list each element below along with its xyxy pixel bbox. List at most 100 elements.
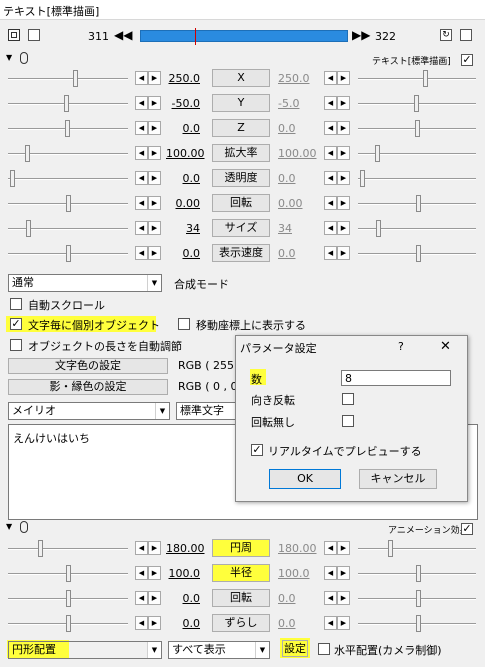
increment-icon[interactable]: ▶: [337, 541, 350, 555]
slider-thumb[interactable]: [66, 195, 71, 212]
slider-thumb[interactable]: [376, 220, 381, 237]
end-value[interactable]: 100.0: [278, 567, 312, 580]
track-name-button[interactable]: 表示速度: [212, 244, 270, 262]
start-slider[interactable]: [8, 245, 128, 263]
slider-thumb[interactable]: [10, 170, 15, 187]
help-icon[interactable]: ?: [398, 340, 404, 353]
decrement-icon[interactable]: ◀: [135, 616, 148, 630]
section-enable-checkbox[interactable]: ✓: [461, 54, 473, 66]
mouse-icon[interactable]: [20, 52, 28, 64]
decrement-icon[interactable]: ◀: [324, 171, 337, 185]
increment-icon[interactable]: ▶: [337, 121, 350, 135]
start-slider[interactable]: [8, 565, 128, 583]
shadow-color-button[interactable]: 影・縁色の設定: [8, 379, 168, 395]
slider-thumb[interactable]: [25, 145, 30, 162]
slider-thumb[interactable]: [360, 170, 365, 187]
start-value[interactable]: 0.00: [166, 197, 201, 210]
ok-button[interactable]: OK: [269, 469, 341, 489]
decrement-icon[interactable]: ◀: [324, 196, 337, 210]
decrement-icon[interactable]: ◀: [135, 566, 148, 580]
decrement-icon[interactable]: ◀: [324, 146, 337, 160]
start-value[interactable]: -50.0: [166, 97, 200, 110]
end-value[interactable]: 0.0: [278, 592, 312, 605]
increment-icon[interactable]: ▶: [148, 146, 161, 160]
start-value[interactable]: 34: [166, 222, 200, 235]
blend-mode-select[interactable]: 通常 ▼: [8, 274, 162, 292]
slider-thumb[interactable]: [423, 70, 428, 87]
increment-icon[interactable]: ▶: [148, 246, 161, 260]
start-value[interactable]: 250.0: [166, 72, 201, 85]
start-slider[interactable]: [8, 95, 128, 113]
refresh-icon[interactable]: ↻: [440, 29, 452, 41]
track-name-button[interactable]: 回転: [212, 589, 270, 607]
increment-icon[interactable]: ▶: [337, 71, 350, 85]
end-slider[interactable]: [358, 540, 476, 558]
end-value[interactable]: 0.00: [278, 197, 312, 210]
grid-icon[interactable]: [8, 29, 20, 41]
decrement-icon[interactable]: ◀: [135, 71, 148, 85]
end-value[interactable]: 0.0: [278, 122, 312, 135]
end-slider[interactable]: [358, 120, 476, 138]
slider-thumb[interactable]: [66, 615, 71, 632]
slider-thumb[interactable]: [65, 120, 70, 137]
slider-thumb[interactable]: [66, 565, 71, 582]
next-keyframe-icon[interactable]: ▶▶: [352, 28, 370, 42]
font-select[interactable]: メイリオ ▼: [8, 402, 170, 420]
preview-checkbox[interactable]: ✓: [251, 444, 263, 456]
end-value[interactable]: 0.0: [278, 617, 312, 630]
display-select[interactable]: すべて表示 ▼: [168, 641, 270, 659]
start-value[interactable]: 100.0: [166, 567, 201, 580]
decrement-icon[interactable]: ◀: [135, 96, 148, 110]
start-value[interactable]: 100.00: [166, 147, 205, 160]
mouse-icon[interactable]: [20, 521, 28, 533]
increment-icon[interactable]: ▶: [337, 171, 350, 185]
slider-thumb[interactable]: [416, 195, 421, 212]
auto-length-checkbox[interactable]: [10, 339, 22, 351]
start-value[interactable]: 0.0: [166, 617, 201, 630]
slider-thumb[interactable]: [416, 615, 421, 632]
slider-thumb[interactable]: [416, 245, 421, 262]
end-value[interactable]: 250.0: [278, 72, 312, 85]
collapse-icon[interactable]: ▼: [6, 522, 12, 531]
decrement-icon[interactable]: ◀: [324, 566, 337, 580]
start-value[interactable]: 0.0: [166, 172, 201, 185]
track-name-button[interactable]: サイズ: [212, 219, 270, 237]
end-value[interactable]: 34: [278, 222, 312, 235]
decrement-icon[interactable]: ◀: [135, 146, 148, 160]
cancel-button[interactable]: キャンセル: [359, 469, 437, 489]
decrement-icon[interactable]: ◀: [135, 591, 148, 605]
start-slider[interactable]: [8, 170, 128, 188]
decrement-icon[interactable]: ◀: [324, 541, 337, 555]
slider-thumb[interactable]: [414, 95, 419, 112]
increment-icon[interactable]: ▶: [337, 616, 350, 630]
track-name-button[interactable]: X: [212, 69, 270, 87]
slider-thumb[interactable]: [388, 540, 393, 557]
font-style-select[interactable]: 標準文字: [176, 402, 238, 420]
end-value[interactable]: 180.00: [278, 542, 317, 555]
slider-thumb[interactable]: [416, 590, 421, 607]
end-slider[interactable]: [358, 70, 476, 88]
show-on-coords-checkbox[interactable]: [178, 318, 190, 330]
timeline-cursor[interactable]: [195, 28, 196, 45]
collapse-icon[interactable]: ▼: [6, 53, 12, 62]
end-slider[interactable]: [358, 245, 476, 263]
start-slider[interactable]: [8, 540, 128, 558]
start-slider[interactable]: [8, 70, 128, 88]
increment-icon[interactable]: ▶: [148, 221, 161, 235]
end-slider[interactable]: [358, 220, 476, 238]
slider-thumb[interactable]: [26, 220, 31, 237]
text-color-button[interactable]: 文字色の設定: [8, 358, 168, 374]
increment-icon[interactable]: ▶: [337, 221, 350, 235]
start-slider[interactable]: [8, 120, 128, 138]
decrement-icon[interactable]: ◀: [324, 121, 337, 135]
decrement-icon[interactable]: ◀: [324, 591, 337, 605]
increment-icon[interactable]: ▶: [337, 566, 350, 580]
count-input[interactable]: 8: [341, 370, 451, 386]
start-value[interactable]: 0.0: [166, 247, 201, 260]
start-slider[interactable]: [8, 615, 128, 633]
camera-icon[interactable]: [28, 29, 40, 41]
increment-icon[interactable]: ▶: [148, 121, 161, 135]
start-value[interactable]: 180.00: [166, 542, 205, 555]
slider-thumb[interactable]: [73, 70, 78, 87]
decrement-icon[interactable]: ◀: [135, 541, 148, 555]
